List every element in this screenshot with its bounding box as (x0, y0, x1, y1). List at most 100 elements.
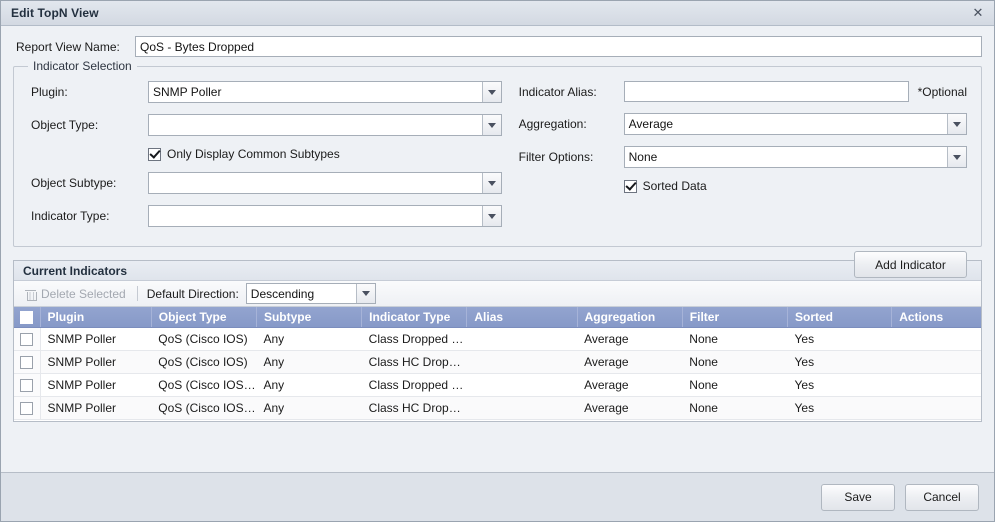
cell-object-type: QoS (Cisco IOS) (151, 327, 257, 351)
indicator-selection-right-column: Indicator Alias: *Optional Aggregation: … (502, 81, 967, 238)
plugin-row: Plugin: SNMP Poller (28, 81, 502, 103)
sorted-data-label[interactable]: Sorted Data (643, 179, 707, 193)
row-select-cell[interactable] (14, 396, 41, 420)
column-header-indicator-type[interactable]: Indicator Type (361, 307, 468, 328)
column-header-plugin[interactable]: Plugin (40, 307, 152, 328)
toolbar-divider (136, 286, 138, 301)
cell-subtype: Any (256, 350, 362, 374)
close-icon[interactable]: ✕ (971, 6, 985, 20)
only-common-subtypes-checkbox[interactable] (148, 147, 161, 161)
indicators-table: Plugin Object Type Subtype Indicator Typ… (14, 307, 981, 420)
cell-actions[interactable] (891, 350, 981, 374)
column-header-aggregation[interactable]: Aggregation (577, 307, 683, 328)
column-header-sorted[interactable]: Sorted (787, 307, 893, 328)
cell-aggregation: Average (577, 350, 683, 374)
chevron-down-icon[interactable] (481, 206, 501, 226)
chevron-down-icon[interactable] (947, 147, 966, 167)
select-all-checkbox[interactable] (20, 310, 34, 324)
row-select-cell[interactable] (14, 373, 41, 397)
object-type-row: Object Type: (28, 114, 502, 136)
row-select-cell[interactable] (14, 350, 41, 374)
cell-subtype: Any (256, 327, 362, 351)
dialog-title: Edit TopN View (11, 6, 99, 20)
column-header-alias[interactable]: Alias (466, 307, 578, 328)
table-row[interactable]: SNMP Poller QoS (Cisco IOS XR) Any Class… (14, 396, 981, 420)
indicator-type-label: Indicator Type: (31, 209, 110, 223)
column-header-object-type[interactable]: Object Type (151, 307, 257, 328)
chevron-down-icon[interactable] (481, 173, 501, 193)
indicator-alias-optional-note: *Optional (917, 84, 967, 99)
cell-sorted: Yes (787, 350, 892, 374)
object-subtype-select[interactable] (148, 172, 502, 194)
cell-subtype: Any (256, 373, 362, 397)
row-checkbox[interactable] (20, 332, 34, 346)
plugin-select[interactable]: SNMP Poller (148, 81, 502, 103)
cell-aggregation: Average (577, 327, 683, 351)
column-header-subtype[interactable]: Subtype (256, 307, 363, 328)
only-common-subtypes-label[interactable]: Only Display Common Subtypes (167, 147, 340, 161)
filter-options-select[interactable]: None (623, 146, 967, 168)
cell-indicator-type: Class HC Dropped... (361, 396, 467, 420)
column-header-actions[interactable]: Actions (891, 307, 981, 328)
table-row[interactable]: SNMP Poller QoS (Cisco IOS) Any Class Dr… (14, 327, 981, 351)
default-direction-select-value: Descending (250, 286, 315, 301)
current-indicators-panel: Current Indicators Delete Selected Defau… (13, 260, 982, 422)
sorted-data-checkbox[interactable] (623, 179, 637, 193)
indicators-grid: Plugin Object Type Subtype Indicator Typ… (14, 307, 981, 421)
delete-selected-button[interactable]: Delete Selected (21, 285, 130, 303)
default-direction-select[interactable]: Descending (245, 283, 376, 304)
cell-actions[interactable] (891, 373, 981, 397)
object-type-select[interactable] (148, 114, 502, 136)
cell-sorted: Yes (787, 373, 892, 397)
aggregation-label: Aggregation: (518, 117, 587, 131)
cell-actions[interactable] (891, 327, 981, 351)
current-indicators-toolbar: Delete Selected Default Direction: Desce… (14, 281, 981, 307)
dialog-titlebar: Edit TopN View ✕ (1, 1, 994, 26)
table-row[interactable]: SNMP Poller QoS (Cisco IOS XR) Any Class… (14, 373, 981, 397)
chevron-down-icon[interactable] (355, 284, 375, 303)
cell-object-type: QoS (Cisco IOS XR) (151, 373, 257, 397)
cell-indicator-type: Class Dropped byt... (361, 373, 467, 397)
cell-aggregation: Average (577, 396, 683, 420)
cell-alias (466, 327, 578, 351)
only-common-subtypes-row: Only Display Common Subtypes (28, 147, 502, 161)
cell-object-type: QoS (Cisco IOS XR) (151, 396, 257, 420)
chevron-down-icon[interactable] (947, 114, 966, 134)
cell-alias (466, 373, 578, 397)
edit-topn-view-dialog: Edit TopN View ✕ Report View Name: Indic… (0, 0, 995, 522)
cell-actions[interactable] (891, 396, 981, 420)
cell-plugin: SNMP Poller (40, 350, 152, 374)
cell-filter: None (682, 373, 788, 397)
cell-filter: None (682, 396, 788, 420)
dialog-footer: Save Cancel (1, 472, 994, 521)
dialog-body: Report View Name: Indicator Selection Pl… (1, 26, 994, 472)
indicator-type-select[interactable] (148, 205, 502, 227)
row-checkbox[interactable] (20, 401, 34, 415)
aggregation-select[interactable]: Average (623, 113, 967, 135)
column-header-filter[interactable]: Filter (682, 307, 789, 328)
chevron-down-icon[interactable] (481, 82, 501, 102)
cell-object-type: QoS (Cisco IOS) (151, 350, 257, 374)
report-view-name-input[interactable] (135, 36, 982, 57)
row-select-cell[interactable] (14, 327, 41, 351)
cell-subtype: Any (256, 396, 362, 420)
object-subtype-row: Object Subtype: (28, 172, 502, 194)
delete-selected-label: Delete Selected (41, 286, 126, 301)
cell-indicator-type: Class HC Dropped... (361, 350, 467, 374)
add-indicator-button[interactable]: Add Indicator (854, 251, 967, 278)
cancel-button[interactable]: Cancel (905, 483, 979, 511)
save-button[interactable]: Save (821, 483, 895, 511)
table-row[interactable]: SNMP Poller QoS (Cisco IOS) Any Class HC… (14, 350, 981, 374)
indicator-alias-input[interactable] (623, 81, 909, 102)
chevron-down-icon[interactable] (481, 115, 501, 135)
plugin-label: Plugin: (31, 85, 68, 99)
cell-filter: None (682, 350, 788, 374)
report-view-name-label: Report View Name: (16, 39, 120, 54)
row-checkbox[interactable] (20, 378, 34, 392)
select-all-header[interactable] (14, 307, 41, 328)
cell-sorted: Yes (787, 396, 892, 420)
cell-plugin: SNMP Poller (40, 373, 152, 397)
cell-plugin: SNMP Poller (40, 396, 152, 420)
row-checkbox[interactable] (20, 355, 34, 369)
cell-plugin: SNMP Poller (40, 327, 152, 351)
